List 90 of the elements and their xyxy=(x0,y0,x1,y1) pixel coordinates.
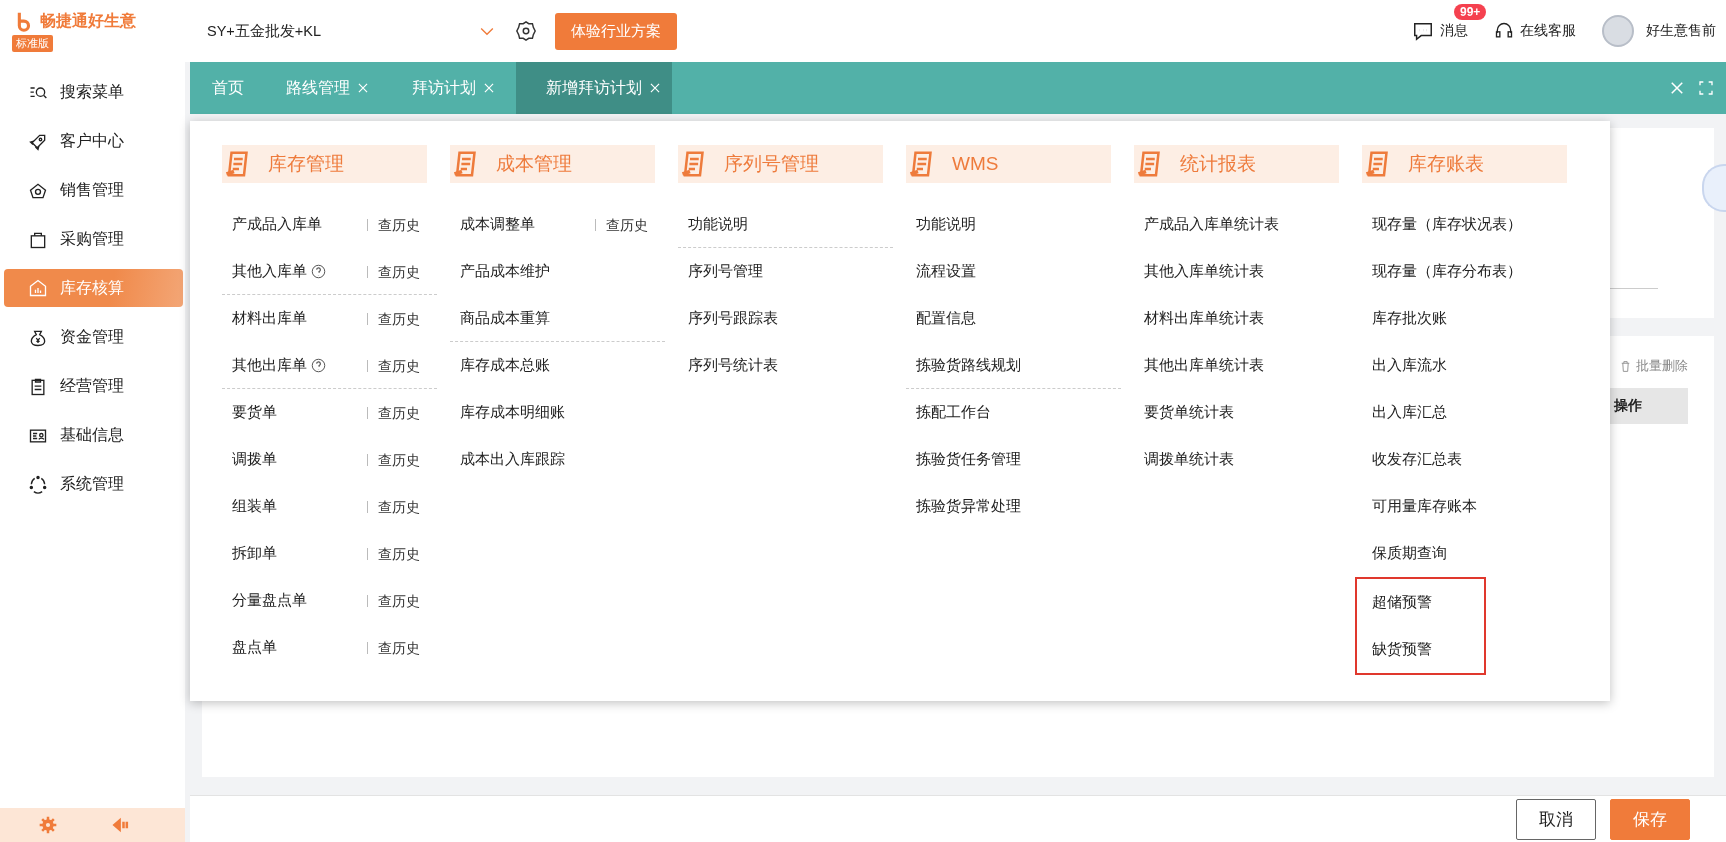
history-link[interactable]: 查历史 xyxy=(595,218,648,231)
menu-item[interactable]: 序列号管理 xyxy=(688,262,763,281)
menu-item[interactable]: 其他出库单统计表 xyxy=(1144,356,1264,375)
menu-item[interactable]: 缺货预警 xyxy=(1372,640,1432,659)
menu-item[interactable]: 序列号跟踪表 xyxy=(688,309,778,328)
menu-item[interactable]: 保质期查询 xyxy=(1372,544,1447,563)
avatar[interactable] xyxy=(1602,15,1634,47)
menu-item[interactable]: 库存成本明细账 xyxy=(460,403,565,422)
tab[interactable]: 新增拜访计划 xyxy=(516,62,672,114)
close-icon[interactable] xyxy=(1668,79,1686,97)
menu-item[interactable]: 库存成本总账 xyxy=(460,356,550,375)
menu-item[interactable]: 产品成本维护 xyxy=(460,262,550,281)
history-link[interactable]: 查历史 xyxy=(367,359,420,372)
menu-item[interactable]: 拣配工作台 xyxy=(916,403,991,422)
history-link[interactable]: 查历史 xyxy=(367,594,420,607)
menu-item[interactable]: 调拨单统计表 xyxy=(1144,450,1234,469)
history-link[interactable]: 查历史 xyxy=(367,406,420,419)
menu-item[interactable]: 序列号统计表 xyxy=(688,356,778,375)
menu-item[interactable]: 产成品入库单 xyxy=(232,215,322,234)
cancel-button[interactable]: 取消 xyxy=(1516,798,1596,840)
menu-item[interactable]: 出入库汇总 xyxy=(1372,403,1447,422)
message-icon[interactable] xyxy=(1412,20,1434,42)
menu-item[interactable]: 现存量（库存状况表） xyxy=(1372,215,1522,234)
close-icon[interactable] xyxy=(356,81,370,95)
menu-item[interactable]: 其他出库单 xyxy=(232,356,307,375)
menu-item[interactable]: 要货单统计表 xyxy=(1144,403,1234,422)
sidebar-item[interactable]: 经营管理 xyxy=(4,362,183,411)
section-header: 序列号管理 xyxy=(678,145,883,183)
menu-item[interactable]: 超储预警 xyxy=(1372,593,1432,612)
menu-item[interactable]: 分量盘点单 xyxy=(232,591,307,610)
headset-icon[interactable] xyxy=(1494,21,1514,41)
menu-item[interactable]: 可用量库存账本 xyxy=(1372,497,1477,516)
menu-item[interactable]: 材料出库单 xyxy=(232,309,307,328)
menu-item[interactable]: 其他入库单统计表 xyxy=(1144,262,1264,281)
menu-item[interactable]: 拣验货任务管理 xyxy=(916,450,1021,469)
menu-item[interactable]: 成本调整单 xyxy=(460,215,535,234)
sidebar-item[interactable]: 客户中心 xyxy=(4,117,183,166)
trash-icon xyxy=(1619,359,1632,373)
sidebar-item[interactable]: 采购管理 xyxy=(4,215,183,264)
section-header: 成本管理 xyxy=(450,145,655,183)
menu-item[interactable]: 拣验货路线规划 xyxy=(916,356,1021,375)
menu-item[interactable]: 盘点单 xyxy=(232,638,277,657)
menu-item[interactable]: 功能说明 xyxy=(916,215,976,234)
menu-item[interactable]: 流程设置 xyxy=(916,262,976,281)
history-link[interactable]: 查历史 xyxy=(367,265,420,278)
menu-item[interactable]: 调拨单 xyxy=(232,450,277,469)
messages-link[interactable]: 消息 xyxy=(1440,22,1468,40)
sidebar-item[interactable]: 销售管理 xyxy=(4,166,183,215)
batch-delete-button[interactable]: 批量删除 xyxy=(1613,356,1694,376)
message-count-badge: 99+ xyxy=(1454,4,1487,20)
history-link[interactable]: 查历史 xyxy=(367,312,420,325)
menu-item[interactable]: 配置信息 xyxy=(916,309,976,328)
menu-item[interactable]: 拆卸单 xyxy=(232,544,277,563)
support-link[interactable]: 在线客服 xyxy=(1520,22,1576,40)
menu-item[interactable]: 材料出库单统计表 xyxy=(1144,309,1264,328)
circle-dots-icon xyxy=(28,474,48,495)
settings-icon[interactable] xyxy=(515,20,537,42)
menu-item[interactable]: 出入库流水 xyxy=(1372,356,1447,375)
menu-item[interactable]: 商品成本重算 xyxy=(460,309,550,328)
section-header: WMS xyxy=(906,145,1111,183)
brand-name: 畅捷通好生意 xyxy=(40,11,136,31)
close-icon[interactable] xyxy=(482,81,496,95)
history-link[interactable]: 查历史 xyxy=(367,218,420,231)
section-header: 库存管理 xyxy=(222,145,427,183)
sidebar-item[interactable]: 系统管理 xyxy=(4,460,183,509)
menu-item[interactable]: 成本出入库跟踪 xyxy=(460,450,565,469)
fullscreen-icon[interactable] xyxy=(1698,80,1714,96)
menu-item[interactable]: 组装单 xyxy=(232,497,277,516)
history-link[interactable]: 查历史 xyxy=(367,453,420,466)
section-header: 库存账表 xyxy=(1362,145,1567,183)
menu-item[interactable]: 拣验货异常处理 xyxy=(916,497,1021,516)
menu-item[interactable]: 其他入库单 xyxy=(232,262,307,281)
section-header: 统计报表 xyxy=(1134,145,1339,183)
warehouse-icon xyxy=(28,278,48,298)
history-link[interactable]: 查历史 xyxy=(367,641,420,654)
edition-badge: 标准版 xyxy=(12,34,53,52)
menu-item[interactable]: 功能说明 xyxy=(688,215,748,234)
sidebar-item[interactable]: 基础信息 xyxy=(4,411,183,460)
menu-item[interactable]: 要货单 xyxy=(232,403,277,422)
menu-item[interactable]: 现存量（库存分布表） xyxy=(1372,262,1522,281)
menu-item[interactable]: 产成品入库单统计表 xyxy=(1144,215,1279,234)
history-link[interactable]: 查历史 xyxy=(367,547,420,560)
user-name[interactable]: 好生意售前 xyxy=(1646,22,1716,40)
close-icon[interactable] xyxy=(648,81,662,95)
sidebar-item[interactable]: 资金管理 xyxy=(4,313,183,362)
company-name[interactable]: SY+五金批发+KL xyxy=(207,21,457,41)
menu-item[interactable]: 收发存汇总表 xyxy=(1372,450,1462,469)
history-link[interactable]: 查历史 xyxy=(367,500,420,513)
menu-item[interactable]: 库存批次账 xyxy=(1372,309,1447,328)
sidebar-item[interactable]: 搜索菜单 xyxy=(4,68,183,117)
